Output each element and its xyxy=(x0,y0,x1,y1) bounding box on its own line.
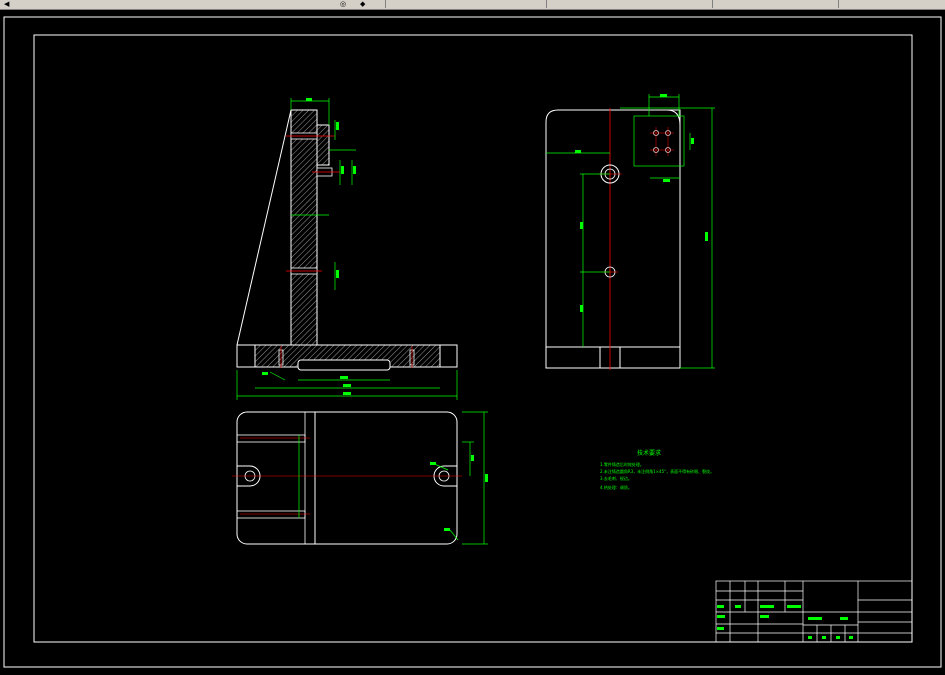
toolbar-section-2[interactable] xyxy=(386,0,547,8)
pointer-icon[interactable]: ◀ xyxy=(4,0,9,8)
side-view xyxy=(545,94,715,370)
title-block xyxy=(715,580,913,643)
sheet-inner-border xyxy=(33,34,913,643)
tech-requirement-line: 2.未注铸造圆角R3，未注倒角1×45°，表面不得有砂眼、裂纹。 xyxy=(600,468,714,474)
tech-requirements-block: 技术要求 1.零件铸造后时效处理。 2.未注铸造圆角R3，未注倒角1×45°，表… xyxy=(600,449,714,490)
tech-requirement-line: 4.热处理：调质。 xyxy=(600,484,632,490)
sheet-outer-border xyxy=(3,16,942,668)
toolbar-left-section: ◀ ◎ ◆ xyxy=(0,0,386,8)
zoom-icon[interactable]: ◎ xyxy=(340,0,346,8)
window-toolbar: ◀ ◎ ◆ xyxy=(0,0,945,10)
tech-requirement-line: 3.去毛刺、锐边。 xyxy=(600,475,632,481)
cad-drawing[interactable]: 技术要求 1.零件铸造后时效处理。 2.未注铸造圆角R3，未注倒角1×45°，表… xyxy=(0,10,945,675)
top-view xyxy=(232,411,488,545)
drawing-canvas[interactable]: 技术要求 1.零件铸造后时效处理。 2.未注铸造圆角R3，未注倒角1×45°，表… xyxy=(0,10,945,675)
pan-icon[interactable]: ◆ xyxy=(360,0,365,8)
tech-requirements-title: 技术要求 xyxy=(637,449,661,457)
front-section-view xyxy=(236,98,458,400)
toolbar-section-3[interactable] xyxy=(547,0,713,8)
tech-requirement-line: 1.零件铸造后时效处理。 xyxy=(600,461,644,467)
toolbar-section-4[interactable] xyxy=(713,0,839,8)
